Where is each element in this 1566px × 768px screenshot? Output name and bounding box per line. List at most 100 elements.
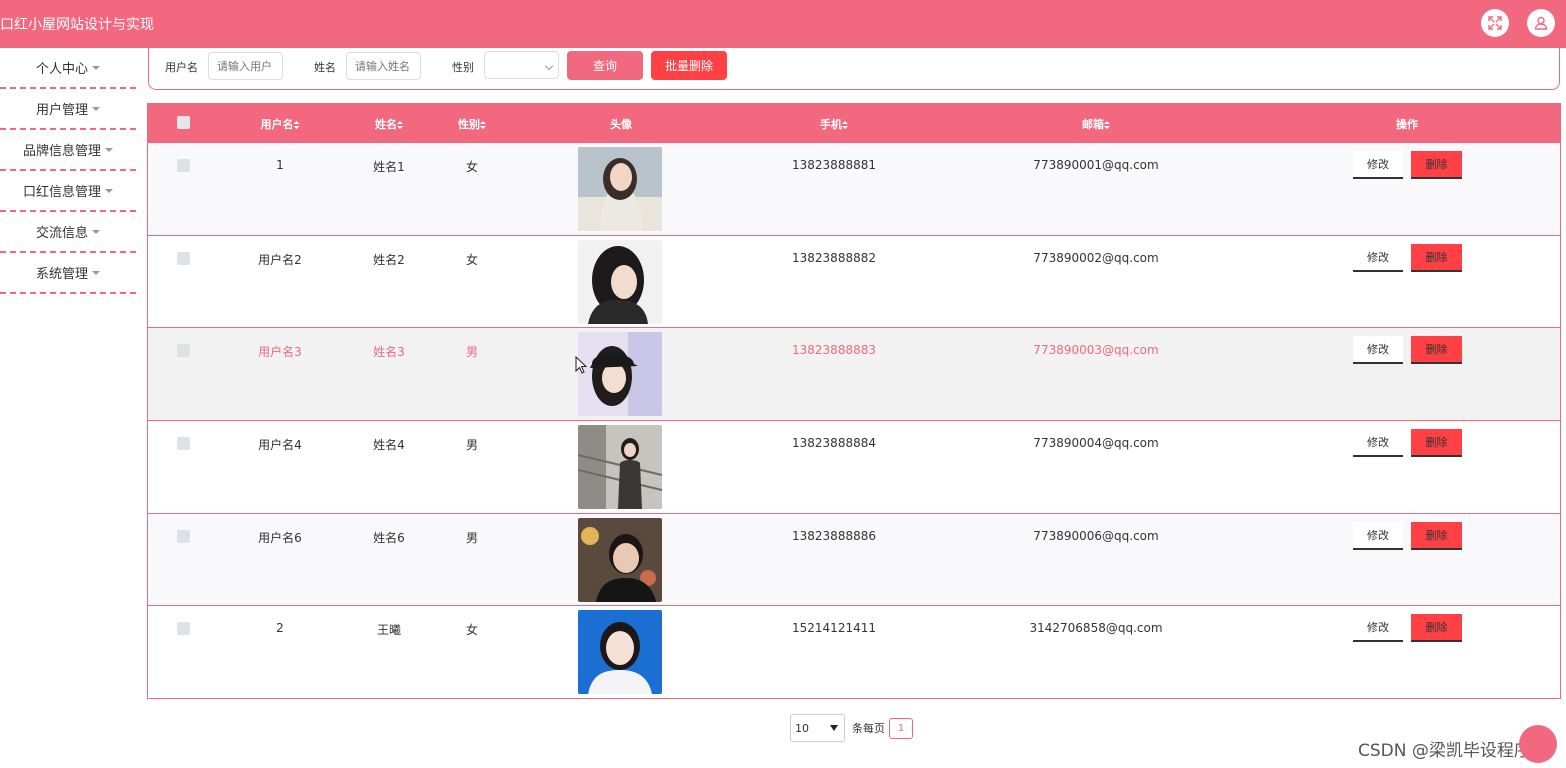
cell-gender: 男 [465,345,479,360]
edit-button[interactable]: 修改 [1353,243,1403,272]
cell-phone: 13823888881 [792,158,876,172]
sidebar-item-communication[interactable]: 交流信息 [0,212,136,253]
app-title: 口红小屋网站设计与实现 [0,17,154,33]
cell-username: 1 [276,158,284,172]
row-checkbox[interactable] [177,622,190,636]
table-row: 2 王曦 女 15214121411 3142706858@qq.com 修改 … [148,605,1560,698]
edit-button[interactable]: 修改 [1353,614,1403,643]
gender-select[interactable] [484,51,559,79]
delete-button[interactable]: 删除 [1411,336,1462,365]
sidebar-item-label: 口红信息管理 [22,185,101,200]
avatar [578,332,662,417]
caret-down-icon [105,147,113,152]
query-button[interactable]: 查询 [567,51,643,80]
caret-down-icon [105,188,113,193]
cell-email: 773890003@qq.com [1033,343,1159,358]
cell-phone: 13823888886 [792,528,876,543]
caret-down-icon [92,106,100,111]
cell-phone: 13823888883 [792,343,876,358]
edit-button[interactable]: 修改 [1353,151,1403,179]
delete-button[interactable]: 删除 [1411,151,1462,179]
select-all-checkbox[interactable] [177,116,190,129]
sidebar-item-system-management[interactable]: 系统管理 [0,253,136,294]
pagination: 10 条每页 1 [790,714,913,742]
cell-phone: 13823888884 [792,436,876,451]
column-email[interactable]: 邮箱 [1082,116,1110,132]
cell-email: 773890006@qq.com [1033,528,1159,543]
mouse-cursor-icon [575,356,587,374]
username-search-input[interactable] [208,52,283,80]
sidebar-item-label: 交流信息 [35,226,88,241]
gender-label: 性别 [452,61,474,74]
fullscreen-icon [1488,16,1502,30]
cell-name: 姓名3 [373,345,405,360]
cell-email: 773890001@qq.com [1033,158,1159,172]
name-label: 姓名 [314,61,336,74]
cell-email: 773890002@qq.com [1033,250,1159,265]
row-checkbox[interactable] [177,344,190,358]
floating-action-button[interactable] [1519,725,1557,763]
column-actions: 操作 [1396,118,1418,131]
cell-gender: 女 [465,623,479,638]
delete-button[interactable]: 删除 [1411,243,1462,272]
edit-button[interactable]: 修改 [1353,429,1403,458]
user-table: 用户名 姓名 性别 头像 手机 邮箱 操作 1 姓名1 女 1382388888… [147,103,1561,700]
watermark: CSDN @梁凯毕设程序 [1358,741,1531,761]
cell-username: 用户名4 [258,438,302,453]
per-page-label: 条每页 [852,722,885,735]
sidebar-item-lipstick-management[interactable]: 口红信息管理 [0,171,136,212]
sidebar-item-label: 用户管理 [35,103,88,118]
chevron-down-icon [544,61,554,71]
avatar [578,517,662,602]
sidebar-item-user-management[interactable]: 用户管理 [0,89,136,130]
cell-username: 用户名2 [258,252,302,267]
avatar [578,610,662,695]
table-row: 用户名2 姓名2 女 13823888882 773890002@qq.com … [148,234,1560,328]
delete-button[interactable]: 删除 [1411,521,1462,550]
row-checkbox[interactable] [177,437,190,451]
caret-down-icon [92,65,100,70]
sort-icon [293,121,300,129]
user-icon [1534,16,1548,30]
cell-name: 姓名2 [373,252,405,267]
sort-icon [480,121,486,129]
column-name[interactable]: 姓名 [375,116,403,132]
delete-button[interactable]: 删除 [1411,614,1462,643]
name-search-input[interactable] [346,52,421,80]
caret-down-icon [830,725,838,731]
sidebar-item-label: 品牌信息管理 [22,144,101,159]
cell-phone: 15214121411 [792,621,876,636]
cell-gender: 男 [465,438,479,453]
caret-down-icon [92,229,100,234]
sidebar-item-brand-management[interactable]: 品牌信息管理 [0,130,136,171]
cell-gender: 女 [465,252,479,267]
fullscreen-button[interactable] [1481,9,1509,37]
column-gender[interactable]: 性别 [458,116,486,132]
page-number-button[interactable]: 1 [889,717,913,739]
sort-icon [842,121,848,129]
cell-username: 用户名3 [258,345,302,360]
table-row: 用户名4 姓名4 男 13823888884 773890004@qq.com … [148,420,1560,513]
cell-name: 王曦 [376,623,402,638]
caret-down-icon [92,270,100,275]
sort-icon [397,121,403,129]
cell-phone: 13823888882 [792,250,876,265]
row-checkbox[interactable] [177,159,190,172]
row-checkbox[interactable] [177,529,190,543]
cell-username: 用户名6 [258,530,302,545]
edit-button[interactable]: 修改 [1353,336,1403,365]
user-button[interactable] [1527,9,1555,37]
sidebar-item-personal-center[interactable]: 个人中心 [0,48,136,89]
username-label: 用户名 [165,61,198,74]
column-phone[interactable]: 手机 [820,116,848,132]
batch-delete-button[interactable]: 批量删除 [651,51,727,80]
avatar [578,425,662,510]
page-size-select[interactable]: 10 [790,714,845,742]
sidebar: 个人中心 用户管理 品牌信息管理 口红信息管理 交流信息 系统管理 [0,48,136,294]
cell-username: 2 [276,621,284,636]
column-username[interactable]: 用户名 [261,116,300,132]
cell-gender: 男 [465,530,479,545]
delete-button[interactable]: 删除 [1411,429,1462,458]
edit-button[interactable]: 修改 [1353,521,1403,550]
row-checkbox[interactable] [177,251,190,265]
